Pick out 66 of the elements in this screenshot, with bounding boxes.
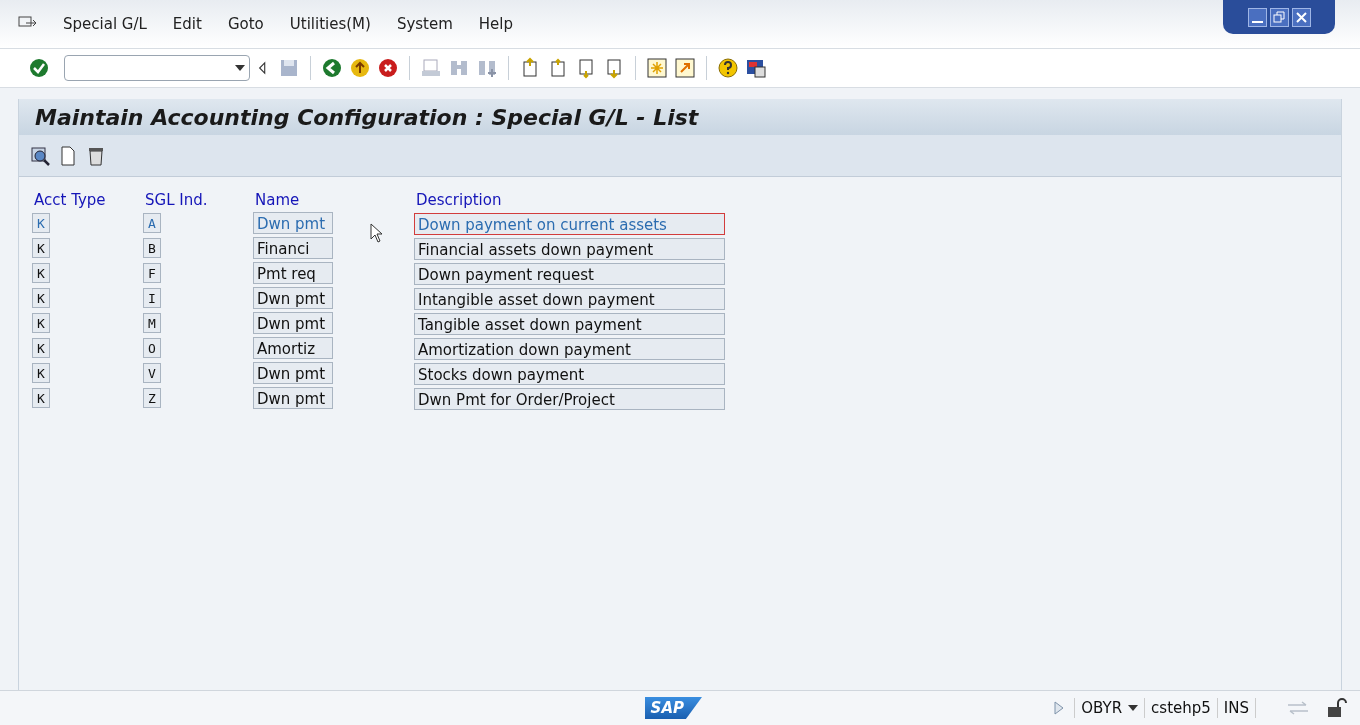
column-header: Acct Type xyxy=(33,189,107,211)
table-cell[interactable]: I xyxy=(143,288,161,309)
table-cell[interactable]: Down payment request xyxy=(414,262,725,285)
mouse-cursor-icon xyxy=(370,223,384,243)
table-cell[interactable]: M xyxy=(143,313,161,334)
table-cell[interactable]: K xyxy=(32,388,50,409)
menu-item[interactable]: Utilities(M) xyxy=(276,12,384,36)
table-cell[interactable]: Amortization down payment xyxy=(414,337,725,360)
table-cell[interactable]: Dwn pmt xyxy=(253,311,333,334)
layout-icon[interactable] xyxy=(745,57,767,79)
table-cell[interactable]: Intangible asset down payment xyxy=(414,287,725,310)
table-cell[interactable]: Amortiz xyxy=(253,336,333,359)
table-cell[interactable]: Dwn Pmt for Order/Project xyxy=(414,387,725,410)
transaction-code[interactable]: OBYR xyxy=(1075,696,1145,720)
screen-title: Maintain Accounting Configuration : Special G/L - List xyxy=(35,103,699,132)
exit-icon[interactable] xyxy=(349,57,371,79)
table-cell[interactable]: K xyxy=(32,313,50,334)
padlock-icon[interactable] xyxy=(1326,698,1348,718)
command-field[interactable] xyxy=(64,55,250,81)
menu-item[interactable]: Help xyxy=(465,12,527,36)
table-cell[interactable]: Dwn pmt xyxy=(253,286,333,309)
table-cell[interactable]: K xyxy=(32,338,50,359)
menu-item[interactable]: Special G/L xyxy=(50,12,160,36)
dropdown-icon[interactable] xyxy=(1128,705,1139,711)
table-cell[interactable]: K xyxy=(32,263,50,284)
input-mode: INS xyxy=(1222,697,1250,719)
table-cell[interactable]: B xyxy=(143,238,161,259)
cancel-icon[interactable] xyxy=(377,57,399,79)
menu-item[interactable]: Edit xyxy=(159,12,215,36)
minimize-icon[interactable] xyxy=(1247,7,1267,27)
table-cell[interactable]: Financial assets down payment xyxy=(414,237,725,260)
expand-status-icon[interactable] xyxy=(1054,701,1065,715)
table-cell[interactable]: Down payment on current assets xyxy=(414,212,725,235)
back-icon[interactable] xyxy=(321,57,343,79)
close-icon[interactable] xyxy=(1291,7,1311,27)
table-cell[interactable]: Tangible asset down payment xyxy=(414,312,725,335)
column-header: Description xyxy=(415,189,503,211)
table-cell[interactable]: V xyxy=(143,363,161,384)
menu-item[interactable]: Goto xyxy=(214,12,277,36)
dropdown-icon[interactable] xyxy=(235,65,245,71)
table-cell[interactable]: K xyxy=(32,363,50,384)
connection-icon xyxy=(1286,700,1310,716)
table-cell[interactable]: K xyxy=(32,238,50,259)
shortcut-icon[interactable] xyxy=(674,57,696,79)
table-cell[interactable]: Financi xyxy=(253,236,333,259)
table-cell[interactable]: Dwn pmt xyxy=(253,386,333,409)
table-cell[interactable]: Stocks down payment xyxy=(414,362,725,385)
table-cell[interactable]: A xyxy=(143,213,161,234)
table-cell[interactable]: F xyxy=(143,263,161,284)
table-cell[interactable]: K xyxy=(32,288,50,309)
help-icon[interactable] xyxy=(717,57,739,79)
new-session-icon[interactable] xyxy=(646,57,668,79)
table-cell[interactable]: Dwn pmt xyxy=(253,361,333,384)
restore-icon[interactable] xyxy=(1269,7,1289,27)
table-cell[interactable]: Dwn pmt xyxy=(253,211,333,234)
server-name: cstehp5 xyxy=(1150,697,1212,719)
enter-icon[interactable] xyxy=(28,57,50,79)
table-cell[interactable]: K xyxy=(32,213,50,234)
details-icon[interactable] xyxy=(29,144,51,167)
column-header: SGL Ind. xyxy=(144,189,209,211)
sap-logo: SAP xyxy=(644,697,702,719)
table-cell[interactable]: O xyxy=(143,338,161,359)
menu-item[interactable]: System xyxy=(383,12,466,36)
table-cell[interactable]: Z xyxy=(143,388,161,409)
table-cell[interactable]: Pmt req xyxy=(253,261,333,284)
column-header: Name xyxy=(254,189,301,211)
